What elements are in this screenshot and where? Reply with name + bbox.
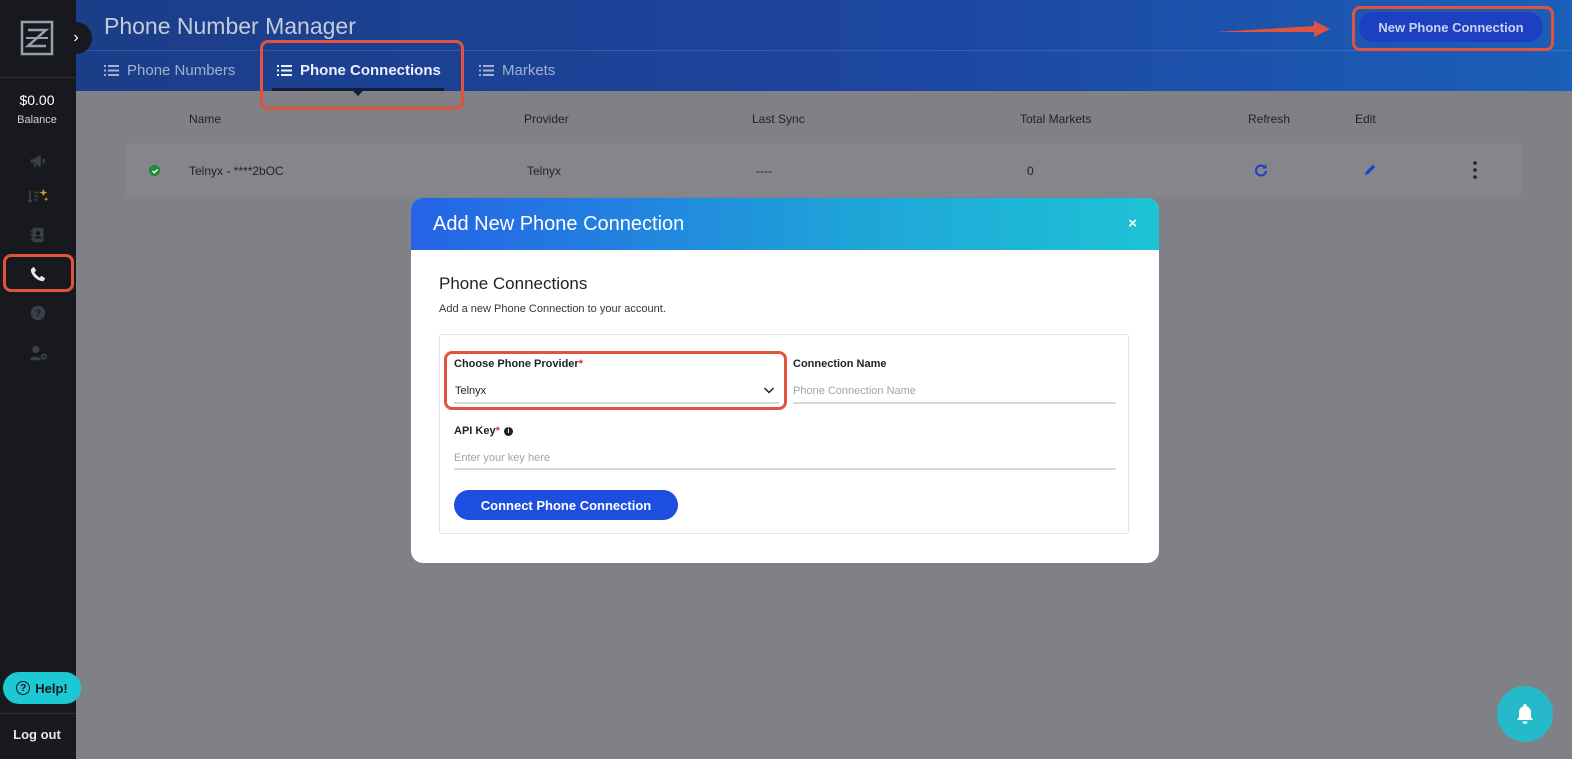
required-marker: * xyxy=(495,425,500,437)
tab-markets[interactable]: Markets xyxy=(479,62,555,79)
provider-highlight-box xyxy=(444,351,787,410)
question-icon[interactable]: ? xyxy=(18,298,58,328)
balance-label: Balance xyxy=(17,114,57,126)
api-key-label: API Key* xyxy=(454,425,500,437)
check-icon xyxy=(149,165,160,176)
column-header-last-sync[interactable]: Last Sync xyxy=(752,112,805,126)
notifications-button[interactable] xyxy=(1497,686,1553,742)
page-title: Phone Number Manager xyxy=(104,13,356,39)
megaphone-icon[interactable] xyxy=(18,146,58,176)
column-header-edit: Edit xyxy=(1355,112,1376,126)
sidebar-divider xyxy=(0,77,76,78)
close-icon[interactable]: × xyxy=(1128,215,1137,232)
sidebar: $0.00 Balance ? Log out xyxy=(0,0,76,759)
refresh-icon[interactable] xyxy=(1254,163,1268,177)
bell-icon xyxy=(1517,704,1533,724)
list-icon xyxy=(479,65,494,76)
api-key-label-text: API Key xyxy=(454,425,496,437)
connect-phone-connection-button[interactable]: Connect Phone Connection xyxy=(454,490,678,520)
user-gear-icon[interactable] xyxy=(18,338,58,368)
pencil-icon[interactable] xyxy=(1363,163,1377,177)
add-phone-connection-modal: Add New Phone Connection × Phone Connect… xyxy=(411,198,1159,563)
api-key-underline xyxy=(454,468,1116,470)
modal-title: Add New Phone Connection xyxy=(433,213,685,235)
svg-text:?: ? xyxy=(35,309,41,320)
cell-provider: Telnyx xyxy=(527,164,562,178)
more-vertical-icon[interactable] xyxy=(1468,160,1482,180)
table-row[interactable] xyxy=(126,143,1521,197)
section-title: Phone Connections xyxy=(439,274,588,293)
connection-name-underline xyxy=(793,402,1116,404)
column-header-name[interactable]: Name xyxy=(189,112,221,126)
info-icon[interactable]: i xyxy=(504,427,513,436)
column-header-refresh: Refresh xyxy=(1248,112,1291,126)
cell-name: Telnyx - ****2bOC xyxy=(189,164,284,178)
connection-name-label: Connection Name xyxy=(793,358,887,370)
modal-header: Add New Phone Connection × xyxy=(411,198,1159,250)
help-label: Help! xyxy=(35,680,68,696)
column-header-total-markets[interactable]: Total Markets xyxy=(1020,112,1091,126)
tab-label: Markets xyxy=(502,62,556,79)
balance-amount: $0.00 xyxy=(19,92,55,108)
tab-highlight-box xyxy=(260,40,464,110)
arrow-annotation xyxy=(1216,21,1330,37)
new-connection-highlight-box xyxy=(1352,6,1554,51)
tab-label: Phone Numbers xyxy=(127,62,236,79)
api-key-input[interactable]: Enter your key here xyxy=(454,452,550,464)
phone-icon[interactable] xyxy=(18,259,58,289)
question-circle-icon: ? xyxy=(16,681,31,695)
tab-phone-numbers[interactable]: Phone Numbers xyxy=(104,62,235,79)
logo-icon[interactable] xyxy=(20,20,54,56)
sort-sparkle-icon[interactable] xyxy=(18,182,58,212)
help-button[interactable]: ? Help! xyxy=(3,672,81,704)
column-header-provider[interactable]: Provider xyxy=(524,112,569,126)
connection-name-input[interactable]: Phone Connection Name xyxy=(793,385,916,397)
list-icon xyxy=(104,65,119,76)
cell-last-sync: ---- xyxy=(756,164,772,178)
section-subtitle: Add a new Phone Connection to your accou… xyxy=(439,303,666,315)
sidebar-divider xyxy=(0,713,76,714)
sidebar-expand-button[interactable]: › xyxy=(60,22,92,54)
logout-link[interactable]: Log out xyxy=(0,727,74,742)
contacts-icon[interactable] xyxy=(18,220,58,250)
cell-total-markets: 0 xyxy=(1027,164,1034,178)
chevron-right-icon: › xyxy=(73,29,79,46)
